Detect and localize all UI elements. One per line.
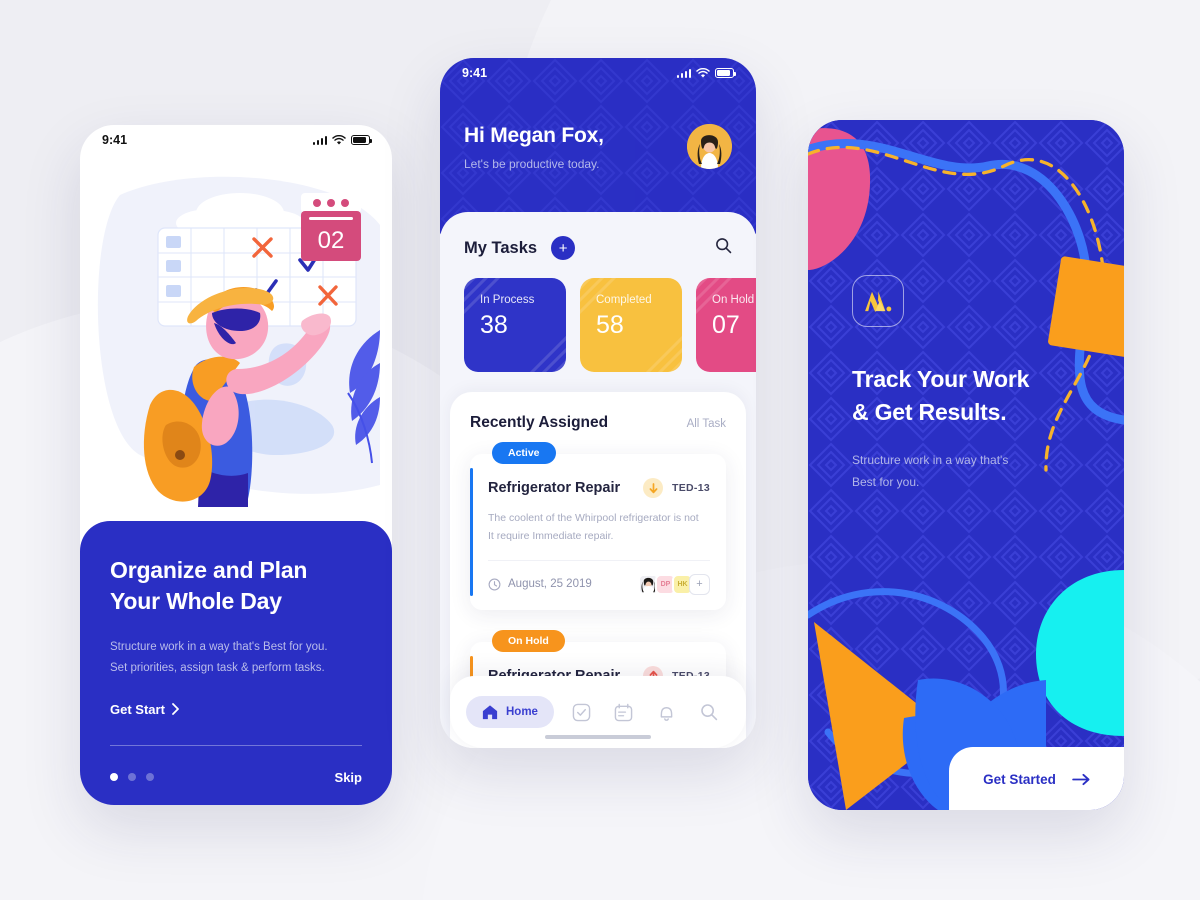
pagination-dots[interactable] [110, 773, 154, 782]
task-card[interactable]: Active Refrigerator Repair TED-13 The co… [470, 442, 726, 610]
skip-button[interactable]: Skip [335, 770, 362, 785]
home-icon [482, 705, 498, 720]
get-started-button[interactable]: Get Started [949, 747, 1124, 810]
chevron-right-icon [172, 703, 179, 716]
stat-label: In Process [480, 294, 535, 306]
stat-label: Completed [596, 294, 652, 306]
add-task-button[interactable]: + [551, 236, 576, 260]
bell-icon [660, 706, 673, 721]
phone-dashboard-screen: 9:41 Hi Megan Fox, Let's be productive t… [440, 58, 756, 748]
arrow-right-icon [1072, 773, 1090, 785]
svg-text:02: 02 [318, 227, 345, 254]
divider [110, 744, 362, 746]
home-indicator [545, 734, 651, 739]
status-badge: Active [492, 442, 556, 464]
wifi-icon [696, 67, 710, 78]
cellular-bars-icon [312, 135, 327, 145]
nav-item-home-label: Home [506, 706, 538, 718]
dashboard-body: My Tasks + In Process 38 Completed 58 On… [440, 212, 756, 748]
assignee-avatars[interactable]: DP HK + [638, 573, 710, 595]
nav-item-calendar[interactable] [602, 703, 645, 722]
splash-content: Track Your Work & Get Results. Structure… [852, 275, 1094, 494]
search-icon [716, 238, 732, 254]
subtitle-line-1: Structure work in a way that's Best for … [110, 641, 328, 654]
greeting-subtitle: Let's be productive today. [464, 157, 600, 171]
search-icon [700, 704, 717, 721]
stat-card-on-hold[interactable]: On Hold 07 [696, 278, 756, 372]
check-square-icon [572, 703, 590, 721]
task-description: The coolent of the Whirpool refrigerator… [488, 509, 710, 546]
page-title: Organize and Plan Your Whole Day [110, 557, 308, 615]
avatar[interactable] [687, 124, 732, 169]
stat-card-in-process[interactable]: In Process 38 [464, 278, 566, 372]
status-bar: 9:41 [80, 125, 392, 155]
nav-item-tasks[interactable] [560, 703, 603, 722]
task-date: August, 25 2019 [488, 578, 592, 591]
onboarding-card: Organize and Plan Your Whole Day Structu… [80, 521, 392, 805]
nav-item-search[interactable] [688, 703, 731, 721]
wifi-icon [332, 134, 346, 145]
splash-title: Track Your Work & Get Results. [852, 363, 1094, 428]
greeting-title: Hi Megan Fox, [464, 124, 604, 147]
status-time: 9:41 [462, 66, 488, 80]
status-badge: On Hold [492, 629, 565, 652]
task-title: Refrigerator Repair [488, 480, 621, 496]
task-description-line-2: It require Immediate repair. [488, 530, 614, 543]
nav-item-notifications[interactable] [645, 703, 688, 722]
dashboard-header: 9:41 Hi Megan Fox, Let's be productive t… [440, 58, 756, 236]
all-task-link[interactable]: All Task [687, 418, 726, 430]
splash-title-line-2: & Get Results. [852, 398, 1007, 425]
recently-assigned-title: Recently Assigned [470, 414, 609, 431]
splash-subtitle: Structure work in a way that's Best for … [852, 450, 1094, 493]
stat-value: 58 [596, 311, 624, 339]
pagination-dot-1[interactable] [110, 773, 118, 782]
clock-icon [488, 578, 501, 591]
person-planning-calendar-illustration: 02 [80, 155, 392, 540]
nav-item-home[interactable]: Home [466, 696, 554, 728]
status-bar: 9:41 [440, 58, 756, 88]
pagination-dot-3[interactable] [146, 773, 154, 782]
add-assignee-button[interactable]: + [689, 573, 710, 595]
subtitle-line-2: Set priorities, assign task & perform ta… [110, 662, 325, 675]
task-description-line-1: The coolent of the Whirpool refrigerator… [488, 512, 699, 524]
pagination-dot-2[interactable] [128, 773, 136, 782]
stat-card-completed[interactable]: Completed 58 [580, 278, 682, 372]
onboarding-subtitle: Structure work in a way that's Best for … [110, 637, 362, 680]
m-logo-icon [865, 291, 892, 313]
status-stripe [470, 468, 473, 596]
arrow-down-icon [643, 478, 664, 498]
search-button[interactable] [715, 237, 732, 259]
get-start-label: Get Start [110, 701, 165, 717]
task-code: TED-13 [672, 482, 710, 494]
bottom-navigation: Home [450, 676, 746, 748]
splash-subtitle-line-2: Best for you. [852, 474, 920, 489]
phone-splash-screen: Track Your Work & Get Results. Structure… [808, 120, 1124, 810]
get-start-button[interactable]: Get Start [110, 702, 179, 717]
task-date-label: August, 25 2019 [508, 578, 592, 591]
status-time: 9:41 [102, 133, 128, 147]
my-tasks-title: My Tasks [464, 238, 538, 257]
battery-icon [351, 135, 373, 145]
stat-value: 07 [712, 311, 740, 339]
splash-title-line-1: Track Your Work [852, 366, 1030, 392]
cellular-bars-icon [676, 68, 691, 78]
stat-value: 38 [480, 311, 508, 339]
calendar-icon [614, 703, 633, 721]
stat-label: On Hold [712, 294, 755, 306]
splash-subtitle-line-1: Structure work in a way that's [852, 453, 1009, 468]
phone-onboarding-screen: 9:41 02 Organize and Plan Your Whole Day… [80, 125, 392, 805]
battery-icon [715, 68, 737, 78]
app-logo [852, 275, 904, 327]
stat-cards: In Process 38 Completed 58 On Hold 07 [440, 260, 756, 372]
get-started-label: Get Started [983, 771, 1056, 787]
